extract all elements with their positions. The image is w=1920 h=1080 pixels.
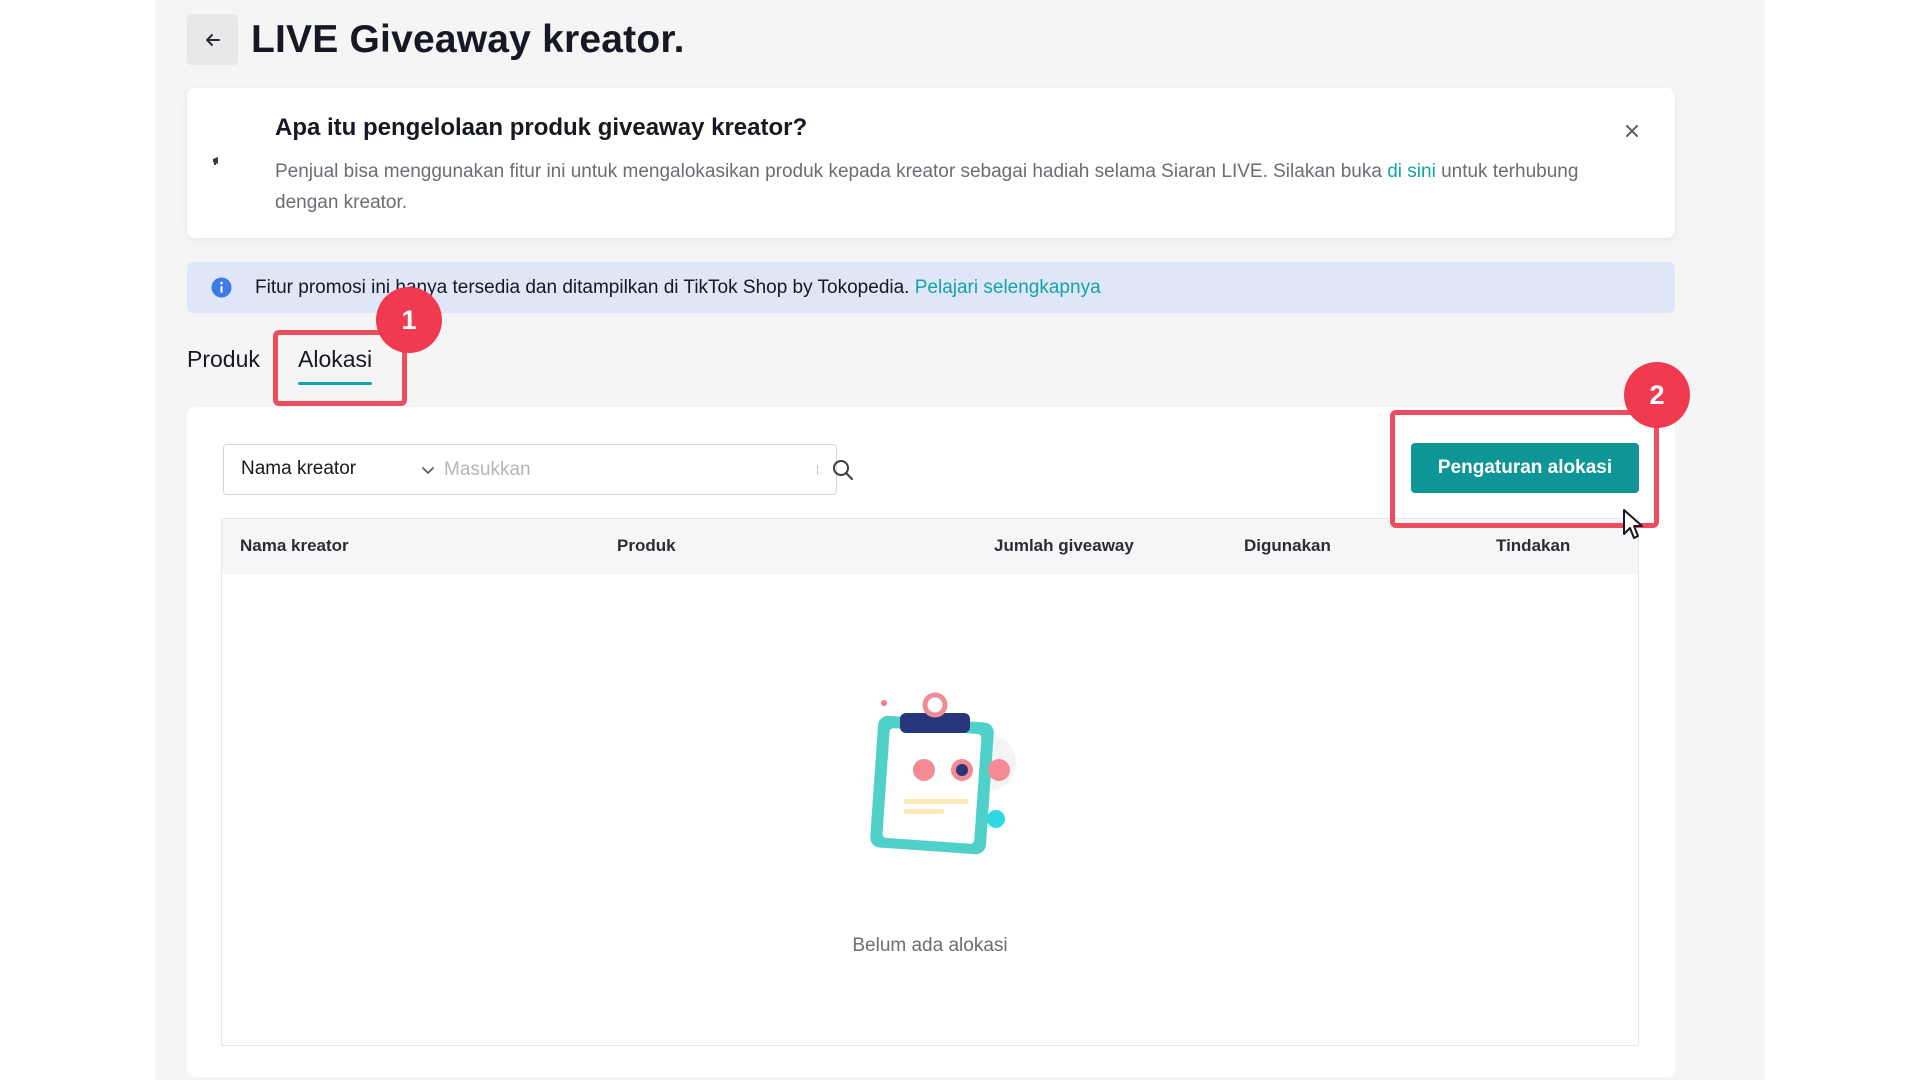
- info-card-title: Apa itu pengelolaan produk giveaway krea…: [275, 114, 808, 141]
- arrow-left-icon: [205, 33, 220, 46]
- info-icon: [211, 277, 232, 298]
- search-field-select[interactable]: Nama kreator: [241, 458, 356, 480]
- column-header-actions: Tindakan: [1496, 536, 1571, 555]
- chevron-down-icon[interactable]: [420, 462, 436, 478]
- notice-text: Fitur promosi ini hanya tersedia dan dit…: [255, 277, 1101, 299]
- info-card-desc-text: Penjual bisa menggunakan fitur ini untuk…: [275, 161, 1388, 182]
- learn-more-link[interactable]: Pelajari selengkapnya: [915, 277, 1101, 298]
- search-group: Nama kreator: [223, 444, 853, 495]
- annotation-highlight-settings: [1390, 410, 1659, 528]
- empty-clipboard-illustration: [870, 692, 1016, 855]
- column-header-used: Digunakan: [1244, 536, 1331, 555]
- back-button[interactable]: [187, 14, 238, 65]
- page-header: LIVE Giveaway kreator.: [187, 14, 685, 65]
- column-header-product: Produk: [617, 536, 676, 555]
- allocation-table: Nama kreator Produk Jumlah giveaway Digu…: [221, 518, 1639, 1046]
- tab-produk[interactable]: Produk: [187, 346, 260, 373]
- search-icon[interactable]: [831, 458, 855, 482]
- di-sini-link[interactable]: di sini: [1387, 161, 1436, 182]
- info-card-description: Penjual bisa menggunakan fitur ini untuk…: [275, 156, 1635, 218]
- mouse-cursor-icon: [1623, 509, 1643, 539]
- column-header-giveaway-count: Jumlah giveaway: [994, 536, 1134, 555]
- search-input[interactable]: [444, 453, 774, 486]
- annotation-badge-1: 1: [376, 287, 442, 353]
- annotation-badge-2: 2: [1624, 362, 1690, 428]
- megaphone-icon: [213, 157, 218, 165]
- input-divider: [817, 465, 818, 475]
- notice-message: Fitur promosi ini hanya tersedia dan dit…: [255, 277, 910, 298]
- info-card: Apa itu pengelolaan produk giveaway krea…: [187, 88, 1675, 238]
- close-icon[interactable]: [1625, 124, 1639, 138]
- empty-state-text: Belum ada alokasi: [852, 935, 1008, 956]
- column-header-creator-name: Nama kreator: [240, 536, 349, 555]
- page-title: LIVE Giveaway kreator.: [251, 17, 685, 61]
